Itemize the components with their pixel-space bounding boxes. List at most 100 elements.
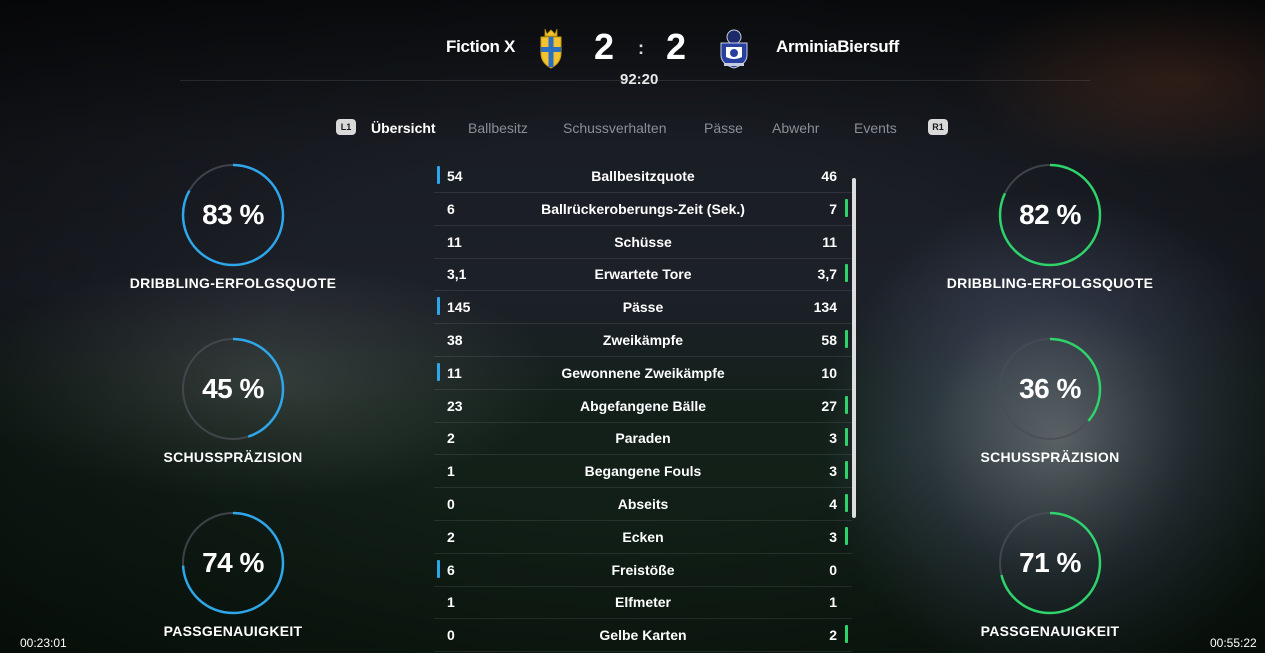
- stat-home-value: 11: [447, 364, 462, 381]
- away-leader-bar: [845, 395, 848, 414]
- stat-label: Begangene Fouls: [584, 463, 702, 480]
- away-leader-bar: [845, 494, 848, 512]
- home-dribbling-value: 83 %: [202, 199, 264, 230]
- stat-away-value: 3: [829, 463, 837, 480]
- tab-events[interactable]: Events: [854, 120, 897, 136]
- stat-row: 2 Ecken 3: [434, 521, 852, 554]
- l1-bumper-icon[interactable]: L1: [336, 119, 356, 135]
- away-dribbling-value: 82 %: [1019, 199, 1081, 230]
- home-pass-accuracy-label: PASSGENAUIGKEIT: [163, 623, 303, 639]
- home-shot-accuracy-ring: 45 %: [180, 336, 286, 442]
- stat-label: Ecken: [622, 528, 664, 545]
- away-dribbling-ring: 82 %: [997, 162, 1103, 268]
- stat-home-value: 1: [447, 463, 455, 480]
- stat-label: Zweikämpfe: [602, 332, 684, 348]
- stat-label: Pässe: [622, 299, 664, 316]
- stat-row: 0 Abseits 4: [434, 488, 852, 521]
- stat-label: Elfmeter: [614, 594, 672, 611]
- away-leader-bar: [845, 330, 848, 348]
- stat-away-value: 7: [829, 200, 837, 217]
- match-stats-table[interactable]: 54 Ballbesitzquote 46 6 Ballrückeroberungs-Z…: [434, 160, 852, 653]
- stat-home-value: 38: [447, 332, 463, 348]
- stat-row: 3,1 Erwartete Tore 3,7: [434, 258, 852, 292]
- stat-row: 38 Zweikämpfe 58: [434, 324, 852, 357]
- stat-row: 0 Gelbe Karten 2: [434, 619, 852, 653]
- stat-row: 11 Gewonnene Zweikämpfe 10: [434, 357, 852, 390]
- stat-away-value: 4: [829, 496, 837, 512]
- home-score: 2: [594, 26, 615, 67]
- away-pass-accuracy-label: PASSGENAUIGKEIT: [980, 623, 1120, 639]
- away-pass-accuracy-value: 71 %: [1019, 547, 1081, 578]
- stat-label: Freistöße: [611, 561, 675, 578]
- tab-paesse[interactable]: Pässe: [704, 120, 743, 136]
- stat-row: 1 Elfmeter 1: [434, 586, 852, 620]
- stat-label: Schüsse: [614, 233, 672, 250]
- stat-away-value: 1: [829, 594, 837, 611]
- tab-abwehr[interactable]: Abwehr: [772, 120, 819, 136]
- stat-away-value: 134: [813, 299, 837, 316]
- stat-row: 6 Freistöße 0: [434, 554, 852, 587]
- stats-scrollbar[interactable]: [852, 178, 856, 518]
- timestamp-left: 00:23:01: [20, 636, 67, 650]
- stat-row: 1 Begangene Fouls 3: [434, 455, 852, 489]
- home-team-name: Fiction X: [446, 37, 516, 56]
- stat-away-value: 3: [829, 430, 837, 447]
- away-leader-bar: [845, 428, 848, 447]
- stat-away-value: 0: [829, 561, 837, 578]
- stat-home-value: 6: [447, 561, 455, 578]
- stat-home-value: 3,1: [447, 266, 467, 283]
- stat-home-value: 54: [447, 168, 463, 184]
- tab-ballbesitz[interactable]: Ballbesitz: [468, 120, 528, 136]
- stat-label: Ballbesitzquote: [591, 168, 695, 184]
- stat-home-value: 145: [447, 299, 471, 316]
- stat-home-value: 23: [447, 397, 463, 414]
- away-shot-accuracy-label: SCHUSSPRÄZISION: [980, 449, 1120, 465]
- stat-home-value: 11: [447, 233, 462, 250]
- stat-home-value: 1: [447, 594, 455, 611]
- stats-tab-bar: L1 Übersicht Ballbesitz Schussverhalten …: [0, 118, 1265, 140]
- header-divider: [180, 80, 1090, 81]
- stat-home-value: 2: [447, 528, 455, 545]
- home-pass-accuracy-ring: 74 %: [180, 510, 286, 616]
- stat-away-value: 46: [821, 168, 837, 184]
- home-leader-bar: [437, 297, 440, 316]
- away-team-crest-icon: [718, 27, 750, 69]
- stat-away-value: 27: [821, 397, 837, 414]
- stat-away-value: 11: [822, 233, 837, 250]
- away-leader-bar: [845, 625, 848, 644]
- home-leader-bar: [437, 166, 440, 184]
- home-shot-accuracy-value: 45 %: [202, 373, 264, 404]
- home-team-crest-icon: [537, 27, 565, 69]
- timestamp-right: 00:55:22: [1210, 636, 1257, 650]
- stat-row: 11 Schüsse 11: [434, 226, 852, 259]
- away-leader-bar: [845, 264, 848, 283]
- stat-away-value: 3: [829, 528, 837, 545]
- tab-schussverhalten[interactable]: Schussverhalten: [563, 120, 667, 136]
- stat-away-value: 10: [821, 364, 837, 381]
- home-pass-accuracy-value: 74 %: [202, 547, 264, 578]
- home-dribbling-label: DRIBBLING-ERFOLGSQUOTE: [129, 275, 337, 291]
- away-shot-accuracy-ring: 36 %: [997, 336, 1103, 442]
- stat-label: Gewonnene Zweikämpfe: [561, 364, 725, 381]
- stat-row: 54 Ballbesitzquote 46: [434, 160, 852, 193]
- stat-label: Abgefangene Bälle: [579, 397, 707, 414]
- stat-row: 2 Paraden 3: [434, 422, 852, 456]
- stat-label: Erwartete Tore: [594, 266, 692, 283]
- stat-label: Ballrückeroberungs-Zeit (Sek.): [541, 200, 745, 217]
- away-pass-accuracy-ring: 71 %: [997, 510, 1103, 616]
- score-separator: :: [638, 38, 644, 58]
- home-leader-bar: [437, 559, 440, 578]
- away-score: 2: [666, 26, 687, 67]
- stat-row: 6 Ballrückeroberungs-Zeit (Sek.) 7: [434, 193, 852, 226]
- stat-home-value: 6: [447, 200, 455, 217]
- stat-label: Gelbe Karten: [599, 627, 687, 644]
- r1-bumper-icon[interactable]: R1: [928, 119, 948, 135]
- tab-uebersicht[interactable]: Übersicht: [371, 120, 436, 136]
- away-leader-bar: [845, 526, 848, 545]
- stat-away-value: 58: [821, 332, 837, 348]
- stat-label: Abseits: [617, 496, 669, 512]
- stat-away-value: 3,7: [817, 266, 837, 283]
- home-leader-bar: [437, 362, 440, 381]
- away-team-name: ArminiaBiersuff: [776, 37, 900, 56]
- away-leader-bar: [845, 461, 848, 480]
